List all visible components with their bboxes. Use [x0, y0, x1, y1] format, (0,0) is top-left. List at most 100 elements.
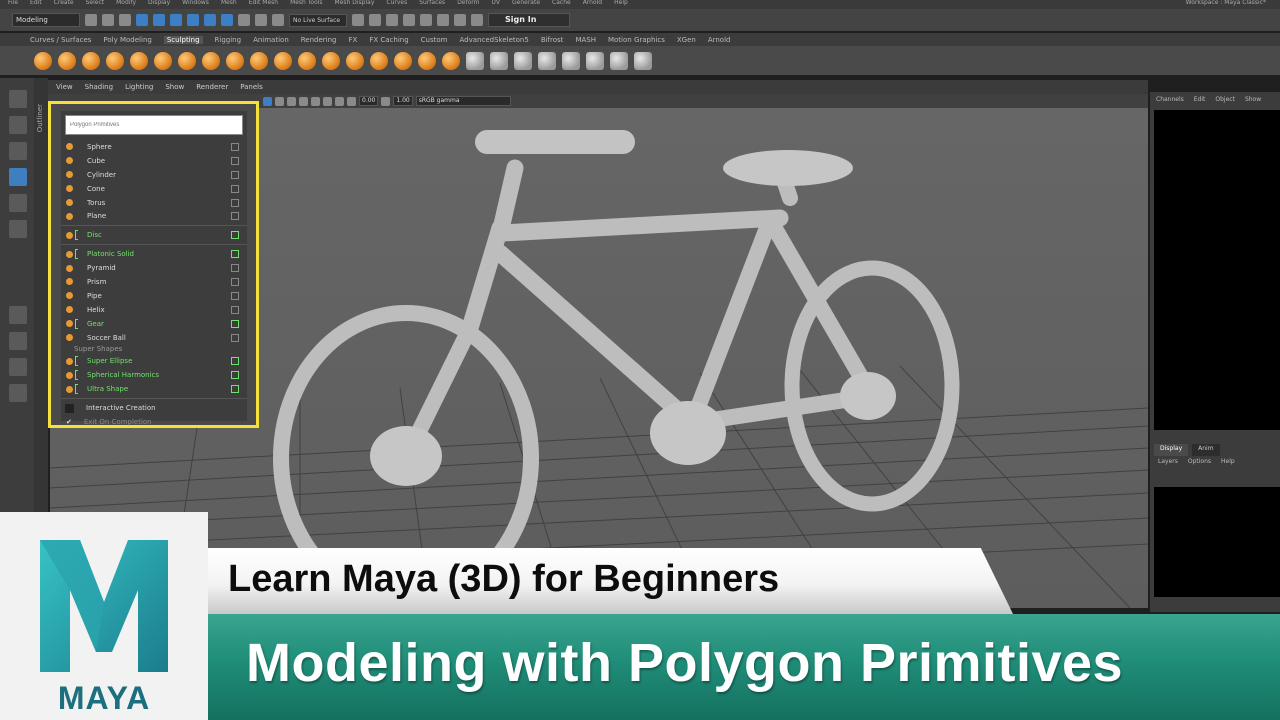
exposure-field[interactable]: 0.00	[359, 96, 379, 106]
mirror-icon[interactable]	[538, 51, 556, 70]
make-live-icon[interactable]	[255, 14, 267, 26]
option-box[interactable]	[231, 250, 239, 259]
viewport-menu-lighting[interactable]: Lighting	[125, 83, 153, 91]
primitive-item-prism[interactable]: Prism	[61, 275, 247, 289]
shelf-tab-animation[interactable]: Animation	[253, 36, 289, 44]
paint-select-tool-icon[interactable]	[9, 142, 27, 160]
option-box[interactable]	[231, 143, 239, 151]
gamma-icon[interactable]	[381, 96, 391, 106]
layer-tab-anim[interactable]: Anim	[1192, 444, 1220, 456]
two-view-icon[interactable]	[9, 358, 27, 376]
imprint-icon[interactable]	[250, 51, 268, 70]
gamma-field[interactable]: 1.00	[393, 96, 413, 106]
history-icon[interactable]	[272, 14, 284, 26]
stamp-icon[interactable]	[514, 51, 532, 70]
menu-create[interactable]: Create	[54, 0, 74, 9]
checkmark-icon[interactable]: ✔	[66, 418, 72, 426]
menu-mesh-display[interactable]: Mesh Display	[335, 0, 375, 9]
menu-arnold[interactable]: Arnold	[583, 0, 602, 9]
isolate-icon[interactable]	[323, 96, 332, 106]
menu-mesh[interactable]: Mesh	[221, 0, 237, 9]
render-view-icon[interactable]	[420, 14, 432, 26]
menu-uv[interactable]: UV	[492, 0, 501, 9]
shelf-tab-rigging[interactable]: Rigging	[215, 36, 242, 44]
option-box[interactable]	[231, 212, 239, 221]
render-icon[interactable]	[352, 14, 364, 26]
primitive-item-cone[interactable]: Cone	[61, 182, 247, 196]
mesh-brush-icon[interactable]	[610, 51, 628, 70]
repeat-icon[interactable]	[226, 51, 244, 70]
viewport-menu-show[interactable]: Show	[165, 83, 184, 91]
menu-generate[interactable]: Generate	[512, 0, 540, 9]
menu-windows[interactable]: Windows	[182, 0, 209, 9]
viewport-menu-renderer[interactable]: Renderer	[196, 83, 228, 91]
menu-set-dropdown[interactable]: Modeling	[12, 13, 80, 27]
menu-help[interactable]: Help	[614, 0, 628, 9]
snap-curve-icon[interactable]	[204, 14, 216, 26]
open-scene-icon[interactable]	[102, 14, 114, 26]
primitive-item-platonic-solid[interactable]: Platonic Solid	[61, 247, 247, 261]
layer-editor-area[interactable]	[1154, 487, 1280, 597]
flatten-icon[interactable]	[154, 51, 172, 70]
pause-icon[interactable]	[454, 14, 466, 26]
menu-edit-mesh[interactable]: Edit Mesh	[249, 0, 278, 9]
primitives-search-input[interactable]	[65, 115, 243, 135]
primitive-item-super-ellipse[interactable]: Super Ellipse	[61, 354, 247, 368]
shelf-tab-fx-caching[interactable]: FX Caching	[369, 36, 408, 44]
option-box[interactable]	[231, 333, 239, 342]
viewport-menu-view[interactable]: View	[56, 83, 73, 91]
option-box[interactable]	[231, 264, 239, 273]
scrape-icon[interactable]	[298, 51, 316, 70]
select-hierarchy-icon[interactable]	[136, 14, 148, 26]
interactive-creation-item[interactable]: Interactive Creation	[61, 401, 247, 415]
shelf-tab-custom[interactable]: Custom	[421, 36, 448, 44]
select-object-icon[interactable]	[153, 14, 165, 26]
shelf-tab-bifrost[interactable]: Bifrost	[541, 36, 564, 44]
menu-file[interactable]: File	[8, 0, 18, 9]
exposure-icon[interactable]	[347, 96, 356, 106]
primitive-item-cylinder[interactable]: Cylinder	[61, 168, 247, 182]
spray-icon[interactable]	[202, 51, 220, 70]
fill-icon[interactable]	[322, 51, 340, 70]
snap-grid-icon[interactable]	[187, 14, 199, 26]
save-scene-icon[interactable]	[119, 14, 131, 26]
menu-curves[interactable]: Curves	[386, 0, 407, 9]
grab-icon[interactable]	[106, 51, 124, 70]
shelf-tab-advancedskeleton5[interactable]: AdvancedSkeleton5	[460, 36, 529, 44]
option-box[interactable]	[231, 305, 239, 314]
channel-menu-object[interactable]: Object	[1215, 96, 1235, 108]
lights-icon[interactable]	[299, 96, 308, 106]
primitive-item-pyramid[interactable]: Pyramid	[61, 261, 247, 275]
sculpt-icon[interactable]	[34, 51, 52, 70]
option-box[interactable]	[231, 156, 239, 165]
shelf-tab-rendering[interactable]: Rendering	[301, 36, 337, 44]
option-box[interactable]	[231, 278, 239, 287]
primitive-item-gear[interactable]: Gear	[61, 317, 247, 331]
new-scene-icon[interactable]	[85, 14, 97, 26]
color-space-dropdown[interactable]: sRGB gamma	[415, 96, 511, 106]
smooth-shade-icon[interactable]	[275, 96, 284, 106]
shelf-tab-xgen[interactable]: XGen	[677, 36, 696, 44]
primitive-item-helix[interactable]: Helix	[61, 303, 247, 317]
menu-select[interactable]: Select	[86, 0, 105, 9]
smooth-icon[interactable]	[58, 51, 76, 70]
channel-box-area[interactable]	[1154, 110, 1280, 430]
select-component-icon[interactable]	[170, 14, 182, 26]
option-box[interactable]	[231, 357, 239, 366]
ipr-render-icon[interactable]	[369, 14, 381, 26]
outliner-layout-icon[interactable]	[9, 384, 27, 402]
single-view-icon[interactable]	[9, 306, 27, 324]
menu-mesh-tools[interactable]: Mesh Tools	[290, 0, 322, 9]
primitive-item-pipe[interactable]: Pipe	[61, 289, 247, 303]
shelf-tab-curves-surfaces[interactable]: Curves / Surfaces	[30, 36, 91, 44]
shelf-tab-arnold[interactable]: Arnold	[708, 36, 731, 44]
menu-edit[interactable]: Edit	[30, 0, 42, 9]
stop-icon[interactable]	[471, 14, 483, 26]
shelf-tab-motion-graphics[interactable]: Motion Graphics	[608, 36, 665, 44]
option-box[interactable]	[231, 371, 239, 380]
foamy-icon[interactable]	[178, 51, 196, 70]
pinch-icon[interactable]	[130, 51, 148, 70]
shadows-icon[interactable]	[311, 96, 320, 106]
convert-to-frozen-icon[interactable]	[466, 51, 484, 70]
menu-deform[interactable]: Deform	[457, 0, 479, 9]
